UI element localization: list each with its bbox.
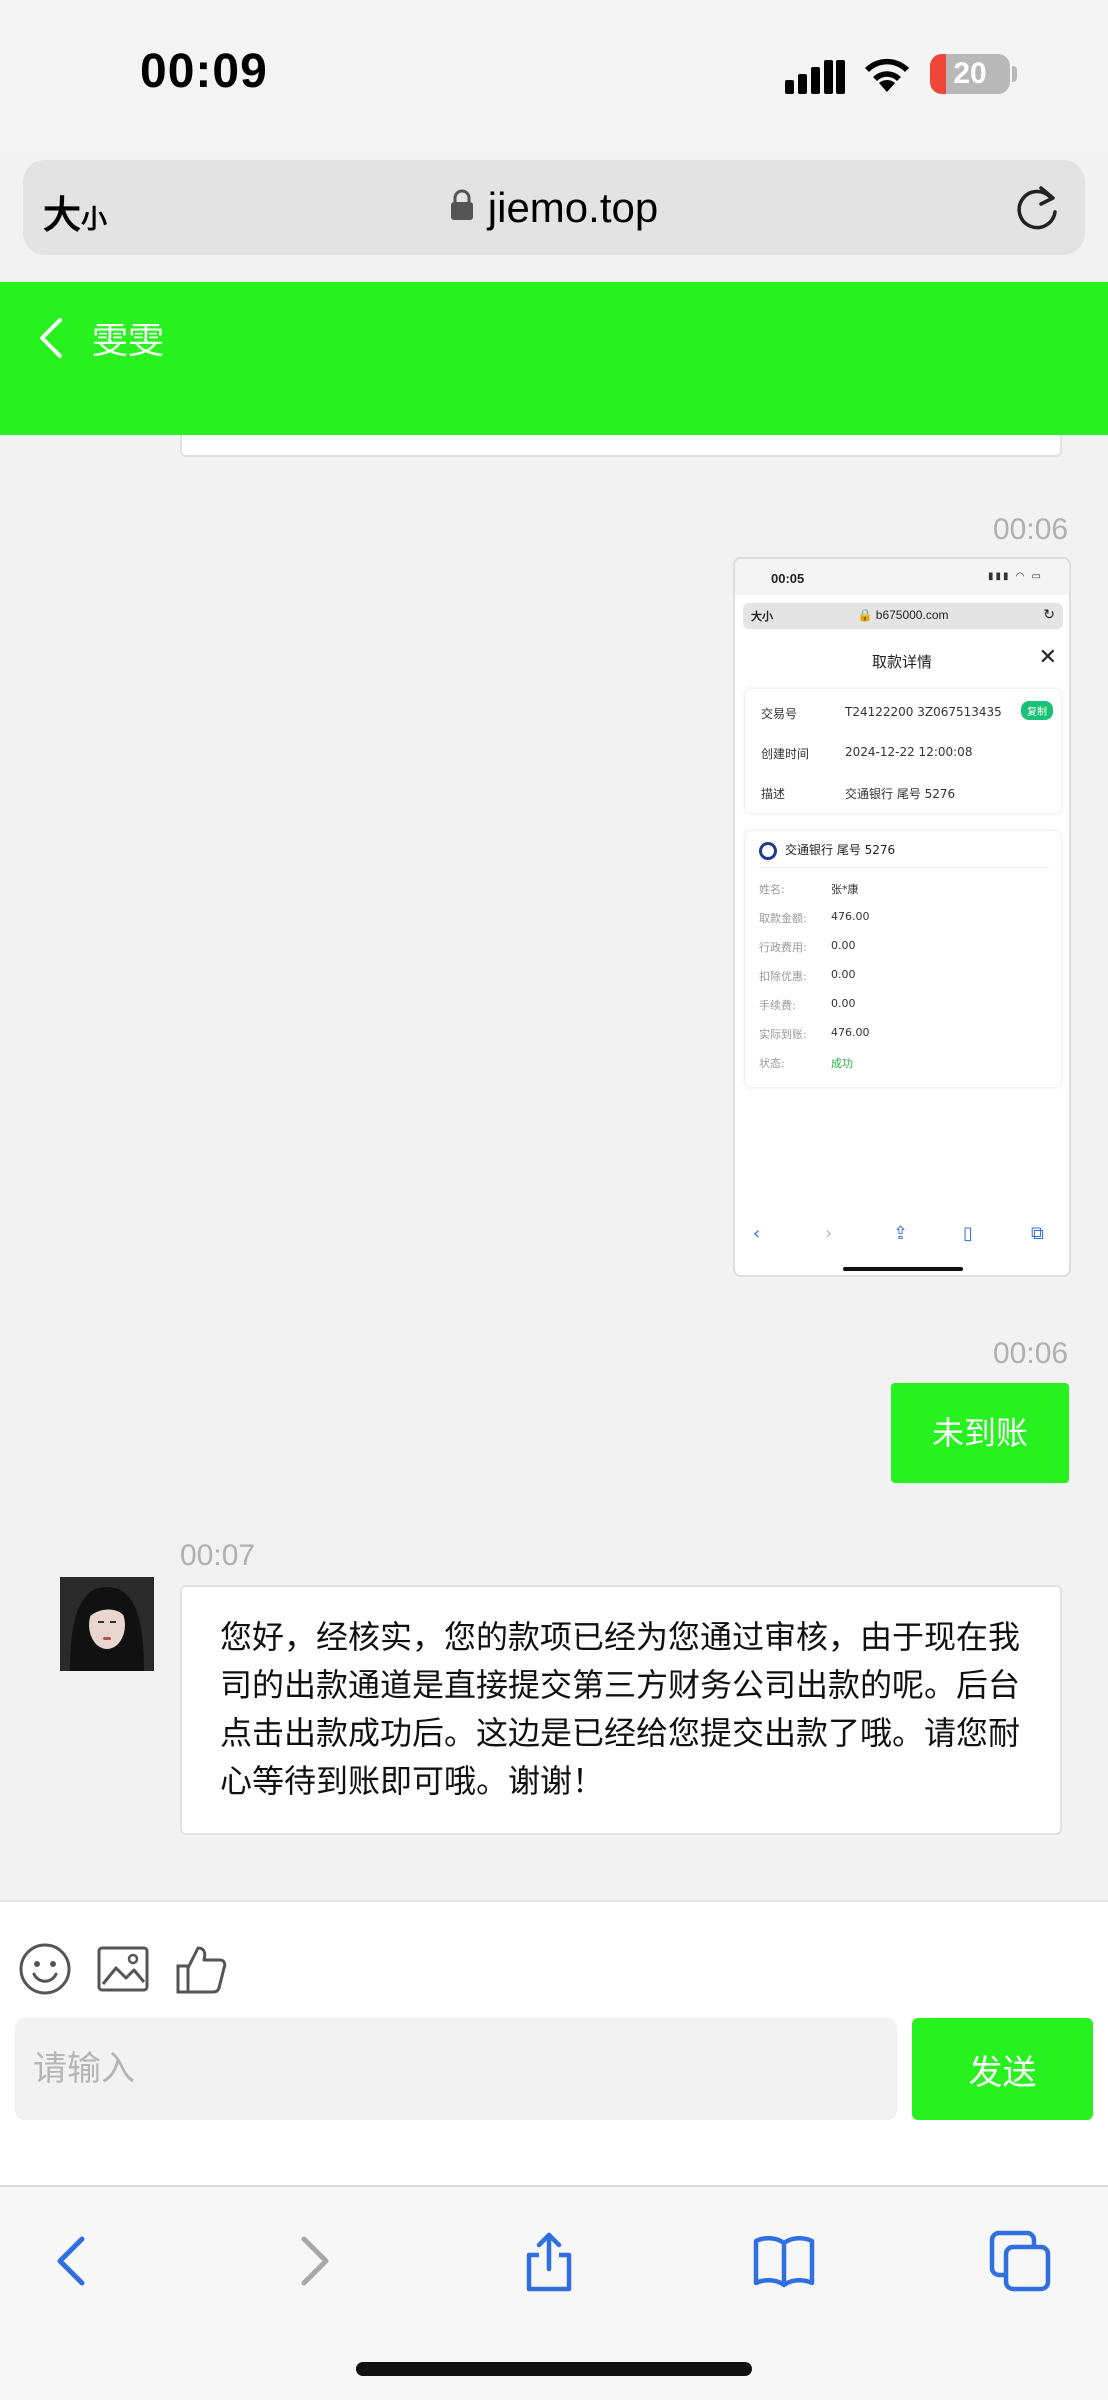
battery-nub — [1012, 66, 1017, 82]
embedded-divider — [759, 867, 1049, 868]
embedded-safari-toolbar: ‹ › ⇪ ▯ ⧉ — [735, 1219, 1069, 1259]
url-field[interactable]: jiemo.top — [23, 160, 1085, 255]
battery-level: 20 — [953, 57, 987, 90]
message-input[interactable] — [15, 2018, 897, 2120]
embedded-status-icons: ▮▮▮ ◠ ▭ — [987, 571, 1043, 582]
embedded-detail-label: 描述 — [761, 787, 786, 801]
embedded-detail-row: 创建时间 2024-12-22 12:00:08 — [761, 745, 972, 762]
embedded-time: 00:05 — [771, 571, 805, 586]
bank-logo-icon — [759, 841, 777, 860]
embedded-kv-row: 状态: 成功 — [759, 1055, 853, 1071]
message-list[interactable]: 00:06 00:05 ▮▮▮ ◠ ▭ 大小 🔒 b675000.com ↻ 取… — [0, 435, 1108, 1900]
embedded-kv-label: 扣除优惠: — [759, 970, 807, 983]
status-bar: 00:09 20 — [0, 0, 1108, 150]
emoji-icon[interactable] — [18, 1942, 72, 1996]
message-timestamp: 00:06 — [993, 1337, 1069, 1370]
embedded-kv-label: 姓名: — [759, 883, 785, 896]
embedded-detail-label: 交易号 — [761, 707, 798, 721]
sent-message-bubble[interactable]: 未到账 — [891, 1383, 1069, 1483]
embedded-kv-label: 行政费用: — [759, 941, 807, 954]
image-message[interactable]: 00:05 ▮▮▮ ◠ ▭ 大小 🔒 b675000.com ↻ 取款详情 ✕ … — [733, 557, 1071, 1277]
embedded-bookmarks-icon: ▯ — [963, 1223, 973, 1244]
embedded-detail-row: 描述 交通银行 尾号 5276 — [761, 785, 955, 802]
embedded-kv-row: 手续费: 0.00 — [759, 997, 856, 1013]
previous-message-bubble — [180, 435, 1062, 457]
embedded-home-indicator — [843, 1267, 963, 1271]
embedded-kv-label: 状态: — [759, 1057, 785, 1070]
embedded-kv-row: 实际到账: 476.00 — [759, 1026, 870, 1042]
cellular-signal-icon — [785, 60, 845, 94]
embedded-status-value: 成功 — [831, 1057, 853, 1070]
embedded-kv-label: 取款金额: — [759, 912, 807, 925]
avatar-image — [60, 1577, 154, 1671]
embedded-kv-row: 取款金额: 476.00 — [759, 910, 870, 926]
embedded-kv-value: 0.00 — [831, 939, 856, 952]
embedded-kv-value: 0.00 — [831, 968, 856, 981]
embedded-bank-card: 交通银行 尾号 5276 姓名: 张*康 取款金额: 476.00 行政费用: 0.0… — [745, 831, 1061, 1087]
back-icon[interactable] — [42, 2229, 106, 2293]
embedded-kv-value: 张*康 — [831, 883, 859, 896]
received-message-bubble[interactable]: 您好，经核实，您的款项已经为您通过审核，由于现在我司的出款通道是直接提交第三方财… — [180, 1585, 1062, 1835]
embedded-copy-badge: 复制 — [1021, 701, 1053, 720]
embedded-close-icon: ✕ — [1038, 645, 1057, 670]
embedded-reload-icon: ↻ — [1043, 607, 1055, 623]
forward-icon[interactable] — [280, 2229, 344, 2293]
image-icon[interactable] — [96, 1942, 150, 1996]
chevron-left-icon[interactable] — [36, 316, 64, 360]
lock-icon — [450, 189, 473, 220]
bookmarks-icon[interactable] — [752, 2229, 816, 2293]
embedded-detail-value: 2024-12-22 12:00:08 — [845, 745, 973, 759]
embedded-kv-value: 476.00 — [831, 1026, 870, 1039]
composer: 发送 — [0, 1900, 1108, 2185]
embedded-kv-value: 0.00 — [831, 997, 856, 1010]
send-button[interactable]: 发送 — [912, 2018, 1093, 2120]
embedded-share-icon: ⇪ — [893, 1223, 909, 1244]
embedded-detail-value: T24122200 3Z067513435 — [845, 705, 1002, 719]
share-icon[interactable] — [517, 2229, 581, 2293]
embedded-bank-header: 交通银行 尾号 5276 — [759, 841, 895, 860]
chat-title: 雯雯 — [92, 321, 165, 362]
tabs-icon[interactable] — [988, 2229, 1052, 2293]
embedded-back-icon: ‹ — [753, 1223, 761, 1244]
embedded-detail-card: 交易号 T24122200 3Z067513435 复制 创建时间 2024-1… — [745, 689, 1061, 813]
embedded-kv-row: 扣除优惠: 0.00 — [759, 968, 856, 984]
embedded-status-bar: 00:05 ▮▮▮ ◠ ▭ — [735, 559, 1069, 595]
embedded-tabs-icon: ⧉ — [1031, 1223, 1044, 1244]
message-timestamp: 00:06 — [993, 513, 1069, 546]
wifi-icon — [865, 58, 909, 92]
embedded-kv-value: 476.00 — [831, 910, 870, 923]
battery-indicator: 20 — [930, 54, 1010, 94]
message-timestamp: 00:07 — [180, 1539, 256, 1572]
avatar[interactable] — [60, 1577, 154, 1671]
reload-icon[interactable] — [1013, 182, 1061, 234]
embedded-address-bar: 大小 🔒 b675000.com ↻ — [743, 603, 1063, 629]
chat-header: 雯雯 — [0, 282, 1108, 435]
embedded-kv-label: 手续费: — [759, 999, 796, 1012]
embedded-url-text: b675000.com — [875, 608, 949, 622]
embedded-kv-label: 实际到账: — [759, 1028, 807, 1041]
home-indicator — [356, 2362, 752, 2376]
embedded-detail-row: 交易号 T24122200 3Z067513435 — [761, 705, 1002, 722]
embedded-kv-row: 行政费用: 0.00 — [759, 939, 856, 955]
embedded-title: 取款详情 — [871, 653, 932, 671]
embedded-detail-value: 交通银行 尾号 5276 — [845, 787, 956, 801]
status-time: 00:09 — [140, 45, 268, 98]
embedded-detail-label: 创建时间 — [761, 747, 810, 761]
embedded-kv-row: 姓名: 张*康 — [759, 881, 859, 897]
embedded-forward-icon: › — [825, 1223, 833, 1244]
thumbs-up-icon[interactable] — [174, 1942, 228, 1996]
url-text: jiemo.top — [487, 184, 659, 231]
address-bar[interactable]: 大小 jiemo.top — [23, 160, 1085, 255]
embedded-bank-name: 交通银行 尾号 5276 — [785, 843, 896, 857]
embedded-url: 🔒 b675000.com — [857, 608, 949, 622]
